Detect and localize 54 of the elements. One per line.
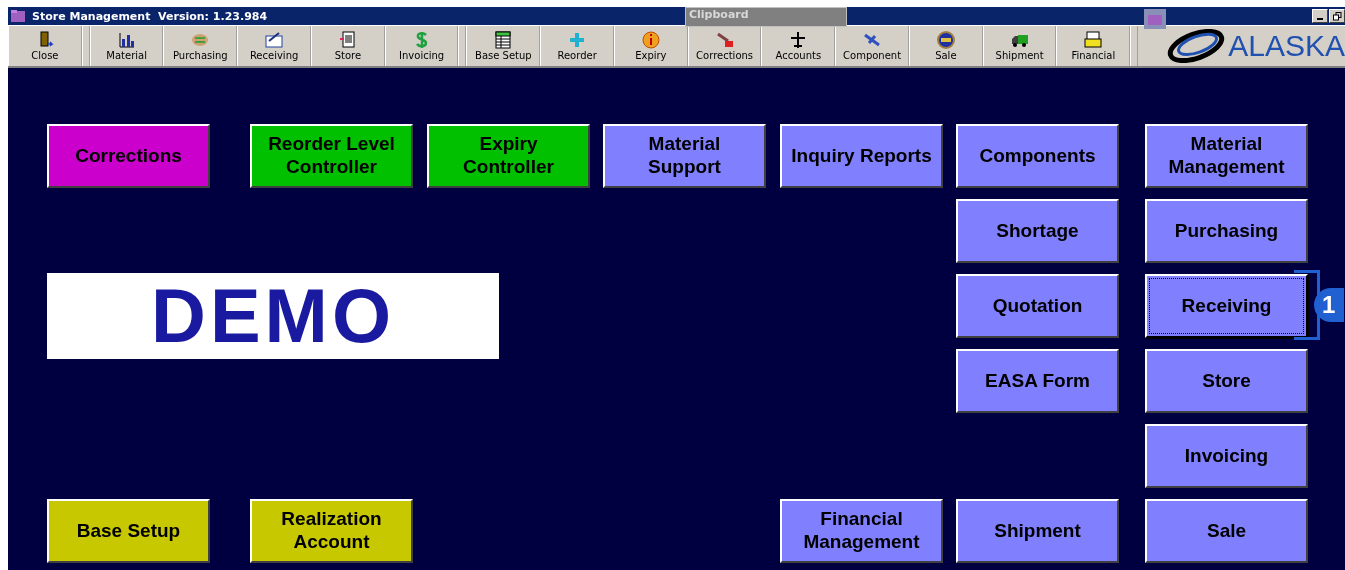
document-icon bbox=[338, 31, 357, 49]
menu-button[interactable]: Components bbox=[956, 124, 1119, 188]
demo-banner: DEMO bbox=[47, 273, 499, 359]
menu-button[interactable]: Inquiry Reports bbox=[780, 124, 943, 188]
plus-icon bbox=[568, 31, 587, 49]
app-icon bbox=[10, 9, 26, 23]
minimize-button[interactable] bbox=[1312, 9, 1328, 23]
menu-button[interactable]: Shortage bbox=[956, 199, 1119, 263]
restore-button[interactable] bbox=[1329, 9, 1345, 23]
menu-button[interactable]: Reorder Level Controller bbox=[250, 124, 413, 188]
toolbar-button[interactable]: Material bbox=[89, 26, 164, 66]
toolbar-button[interactable]: Corrections bbox=[687, 26, 762, 66]
clipboard-tooltip: Clipboard bbox=[685, 7, 847, 27]
info-icon bbox=[641, 31, 660, 49]
table-icon bbox=[494, 31, 513, 49]
menu-button[interactable]: Corrections bbox=[47, 124, 210, 188]
toolbar-button[interactable]: Reorder bbox=[540, 26, 614, 66]
menu-button[interactable]: Shipment bbox=[956, 499, 1119, 563]
toolbar-button[interactable]: Shipment bbox=[982, 26, 1057, 66]
toolbar-button[interactable]: Expiry bbox=[613, 26, 688, 66]
menu-button[interactable]: Store bbox=[1145, 349, 1308, 413]
toolbar-button[interactable]: Sale bbox=[908, 26, 983, 66]
menu-button[interactable]: EASA Form bbox=[956, 349, 1119, 413]
menu-button[interactable]: Sale bbox=[1145, 499, 1308, 563]
callout-badge: 1 bbox=[1314, 288, 1344, 322]
pen-icon bbox=[715, 31, 734, 49]
chart-icon bbox=[117, 31, 136, 49]
toolbar-button[interactable]: Invoicing bbox=[384, 26, 459, 66]
window-title: Store Management Version: 1.23.984 bbox=[32, 9, 268, 23]
restore-icon bbox=[1332, 11, 1342, 21]
menu-button[interactable]: Material Support bbox=[603, 124, 766, 188]
coin-icon bbox=[936, 31, 955, 49]
toolbar-button[interactable]: Base Setup bbox=[466, 26, 541, 66]
menu-button[interactable]: Material Management bbox=[1145, 124, 1308, 188]
printer-icon bbox=[1084, 31, 1103, 49]
toolbar-button[interactable]: Component bbox=[835, 26, 909, 66]
toolbar-button[interactable]: Close bbox=[8, 26, 82, 66]
menu-button[interactable]: Financial Management bbox=[780, 499, 943, 563]
toolbar-button[interactable]: Accounts bbox=[761, 26, 836, 66]
toolbar-button[interactable]: Financial bbox=[1056, 26, 1131, 66]
menu-button[interactable]: Base Setup bbox=[47, 499, 210, 563]
menu-button[interactable]: Quotation bbox=[956, 274, 1119, 338]
toolbar-separator bbox=[1130, 26, 1139, 66]
toolbar-separator bbox=[81, 26, 90, 66]
toolbar-button[interactable]: Purchasing bbox=[163, 26, 238, 66]
menu-button[interactable]: Invoicing bbox=[1145, 424, 1308, 488]
toolbar-separator bbox=[458, 26, 467, 66]
menu-button[interactable]: Expiry Controller bbox=[427, 124, 590, 188]
toolbar-button[interactable]: Receiving bbox=[237, 26, 311, 66]
menu-button[interactable]: Receiving bbox=[1145, 274, 1308, 338]
menu-button[interactable]: Purchasing bbox=[1145, 199, 1308, 263]
menu-button[interactable]: Realization Account bbox=[250, 499, 413, 563]
logo: ALASKA bbox=[1166, 26, 1345, 66]
toolbar-button[interactable]: Store bbox=[311, 26, 385, 66]
